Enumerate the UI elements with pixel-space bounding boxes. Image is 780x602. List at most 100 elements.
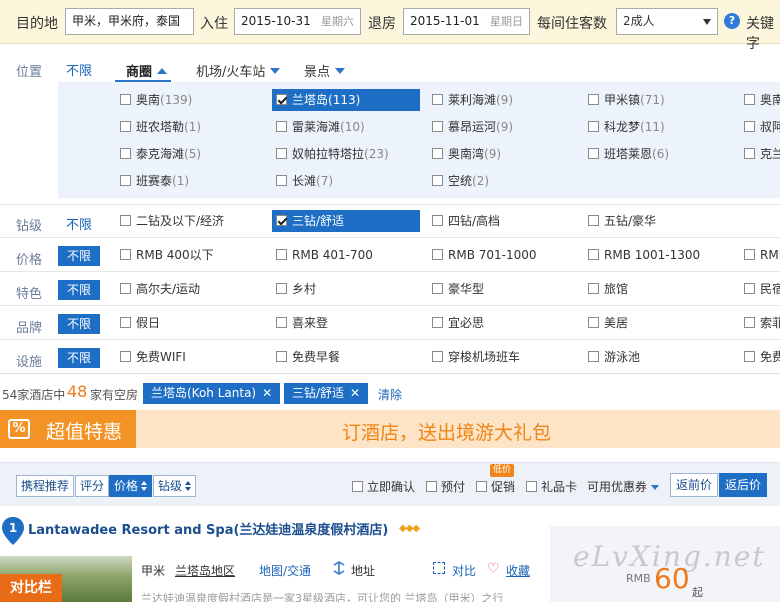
area-option[interactable]: 奥南 bbox=[744, 89, 780, 111]
star-option[interactable]: 五钻/豪华 bbox=[588, 210, 656, 232]
feature-option[interactable]: 旅馆 bbox=[588, 278, 628, 300]
guests-select[interactable]: 2成人 bbox=[616, 8, 718, 35]
brand-option[interactable]: 索菲 bbox=[744, 312, 780, 334]
sort-rating[interactable]: 评分 bbox=[75, 475, 110, 497]
star-option[interactable]: 三钻/舒适 bbox=[272, 210, 420, 232]
option-gift-card[interactable]: 礼品卡 bbox=[526, 478, 577, 495]
promo-banner[interactable]: % 超值特惠 订酒店，送出境游大礼包 bbox=[0, 410, 780, 448]
price-unlimited-button[interactable]: 不限 bbox=[58, 246, 100, 266]
area-option[interactable]: 奴帕拉特塔拉(23) bbox=[276, 143, 389, 165]
coupon-dropdown[interactable]: 可用优惠券 bbox=[587, 478, 660, 495]
hotel-area-link[interactable]: 兰塔岛地区 bbox=[175, 562, 235, 579]
checkbox[interactable] bbox=[588, 249, 599, 260]
option-promotion[interactable]: 促销 bbox=[476, 478, 515, 495]
checkbox[interactable] bbox=[588, 94, 599, 105]
checkbox[interactable] bbox=[120, 317, 131, 328]
location-unlimited[interactable]: 不限 bbox=[66, 60, 92, 79]
area-option[interactable]: 泰克海滩(5) bbox=[120, 143, 201, 165]
tab-airport-station[interactable]: 机场/火车站 bbox=[196, 61, 281, 80]
checkbox[interactable] bbox=[432, 249, 443, 260]
checkbox[interactable] bbox=[426, 481, 437, 492]
area-option[interactable]: 雷莱海滩(10) bbox=[276, 116, 365, 138]
checkbox-checked[interactable] bbox=[276, 94, 287, 105]
selected-tag-three-diamond[interactable]: 三钻/舒适 ✕ bbox=[284, 383, 369, 404]
checkin-date-input[interactable]: 2015-10-31 星期六 bbox=[234, 8, 361, 35]
sort-star[interactable]: 钻级 bbox=[153, 475, 197, 497]
facility-option[interactable]: 免费早餐 bbox=[276, 346, 340, 368]
close-icon[interactable]: ✕ bbox=[350, 386, 360, 400]
tab-attractions[interactable]: 景点 bbox=[304, 61, 346, 80]
feature-option[interactable]: 高尔夫/运动 bbox=[120, 278, 200, 300]
area-option[interactable]: 兰塔岛(113) bbox=[272, 89, 420, 111]
option-prepay[interactable]: 预付 bbox=[426, 478, 465, 495]
price-option[interactable]: RMB 401-700 bbox=[276, 244, 373, 266]
feature-option[interactable]: 乡村 bbox=[276, 278, 316, 300]
checkbox[interactable] bbox=[588, 215, 599, 226]
checkbox[interactable] bbox=[120, 283, 131, 294]
checkbox[interactable] bbox=[744, 121, 755, 132]
checkbox[interactable] bbox=[432, 121, 443, 132]
checkbox[interactable] bbox=[276, 175, 287, 186]
checkbox[interactable] bbox=[588, 121, 599, 132]
map-traffic-link[interactable]: 地图/交通 bbox=[259, 562, 311, 579]
area-option[interactable]: 克兰 bbox=[744, 143, 780, 165]
sort-price[interactable]: 价格 bbox=[109, 475, 153, 497]
facility-option[interactable]: 游泳池 bbox=[588, 346, 640, 368]
star-option[interactable]: 四钻/高档 bbox=[432, 210, 500, 232]
area-option[interactable]: 科龙梦(11) bbox=[588, 116, 665, 138]
help-icon[interactable]: ? bbox=[724, 13, 740, 29]
checkbox[interactable] bbox=[744, 351, 755, 362]
price-after-rebate[interactable]: 返后价 bbox=[719, 473, 768, 497]
area-option[interactable]: 空统(2) bbox=[432, 170, 489, 192]
checkbox[interactable] bbox=[120, 351, 131, 362]
close-icon[interactable]: ✕ bbox=[262, 386, 272, 400]
checkout-date-input[interactable]: 2015-11-01 星期日 bbox=[403, 8, 530, 35]
checkbox[interactable] bbox=[588, 351, 599, 362]
facility-option[interactable]: 免费 bbox=[744, 346, 780, 368]
checkbox[interactable] bbox=[432, 215, 443, 226]
checkbox-checked[interactable] bbox=[276, 215, 287, 226]
area-option[interactable]: 叔阿 bbox=[744, 116, 780, 138]
area-option[interactable]: 甲米镇(71) bbox=[588, 89, 665, 111]
checkbox[interactable] bbox=[120, 215, 131, 226]
area-option[interactable]: 班赛泰(1) bbox=[120, 170, 189, 192]
brand-option[interactable]: 美居 bbox=[588, 312, 628, 334]
area-option[interactable]: 班塔莱恩(6) bbox=[588, 143, 669, 165]
checkbox[interactable] bbox=[744, 148, 755, 159]
checkbox[interactable] bbox=[526, 481, 537, 492]
checkbox[interactable] bbox=[432, 283, 443, 294]
checkbox[interactable] bbox=[276, 121, 287, 132]
checkbox[interactable] bbox=[432, 175, 443, 186]
checkbox[interactable] bbox=[588, 148, 599, 159]
checkbox[interactable] bbox=[744, 317, 755, 328]
checkbox[interactable] bbox=[432, 148, 443, 159]
compare-link[interactable]: 对比 bbox=[452, 562, 476, 579]
checkbox[interactable] bbox=[120, 148, 131, 159]
hotel-name-link[interactable]: Lantawadee Resort and Spa(兰达娃迪温泉度假村酒店) bbox=[28, 519, 388, 538]
checkbox[interactable] bbox=[120, 94, 131, 105]
clear-filters-link[interactable]: 清除 bbox=[378, 386, 402, 403]
brand-option[interactable]: 假日 bbox=[120, 312, 160, 334]
checkbox[interactable] bbox=[120, 121, 131, 132]
facility-option[interactable]: 穿梭机场班车 bbox=[432, 346, 520, 368]
checkbox[interactable] bbox=[432, 351, 443, 362]
checkbox[interactable] bbox=[276, 317, 287, 328]
brand-unlimited-button[interactable]: 不限 bbox=[58, 314, 100, 334]
price-option[interactable]: RMB 701-1000 bbox=[432, 244, 537, 266]
checkbox[interactable] bbox=[352, 481, 363, 492]
brand-option[interactable]: 喜来登 bbox=[276, 312, 328, 334]
checkbox[interactable] bbox=[588, 317, 599, 328]
option-instant-confirm[interactable]: 立即确认 bbox=[352, 478, 415, 495]
checkbox[interactable] bbox=[276, 249, 287, 260]
selected-tag-koh-lanta[interactable]: 兰塔岛(Koh Lanta) ✕ bbox=[143, 383, 281, 404]
area-option[interactable]: 慕昂运河(9) bbox=[432, 116, 513, 138]
area-option[interactable]: 奥南(139) bbox=[120, 89, 192, 111]
facility-option[interactable]: 免费WIFI bbox=[120, 346, 186, 368]
checkbox[interactable] bbox=[744, 249, 755, 260]
area-option[interactable]: 奥南湾(9) bbox=[432, 143, 501, 165]
facility-unlimited-button[interactable]: 不限 bbox=[58, 348, 100, 368]
area-option[interactable]: 长滩(7) bbox=[276, 170, 333, 192]
area-option[interactable]: 莱利海滩(9) bbox=[432, 89, 513, 111]
checkbox[interactable] bbox=[744, 94, 755, 105]
destination-input[interactable]: 甲米，甲米府，泰国 bbox=[65, 8, 194, 35]
